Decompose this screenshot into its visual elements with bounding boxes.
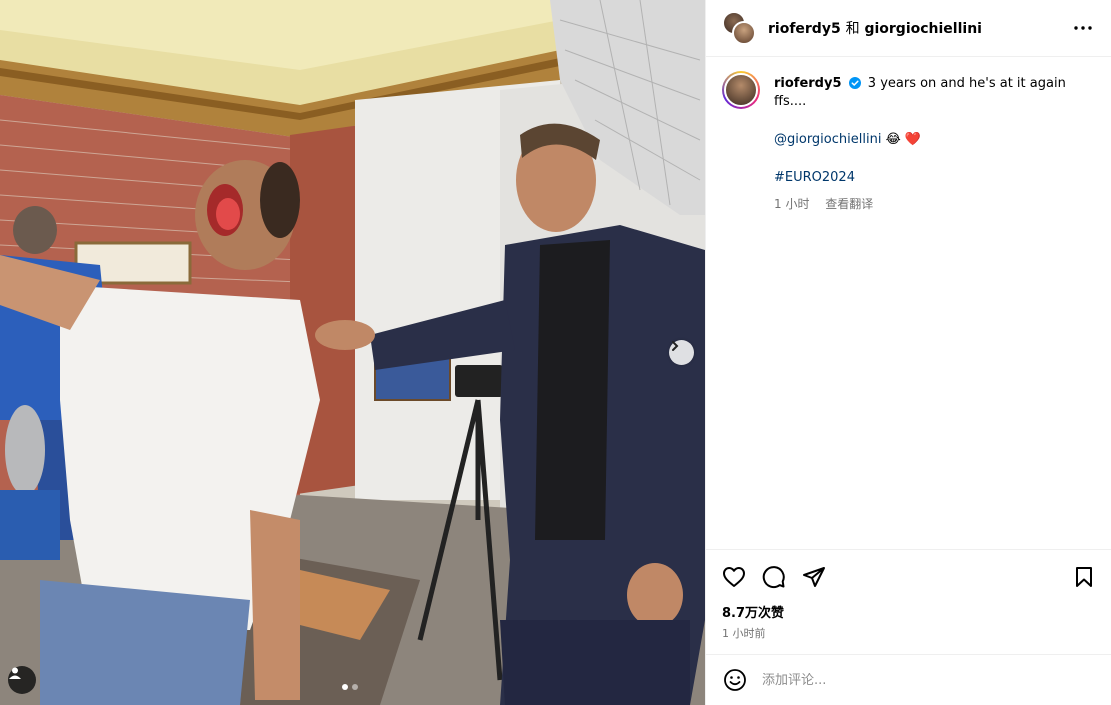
translate-link[interactable]: 查看翻译	[825, 197, 873, 211]
comment-input[interactable]	[762, 672, 1098, 688]
carousel-dot-active	[342, 684, 348, 690]
post-actions: 8.7万次赞 1 小时前	[706, 549, 1111, 641]
share-icon	[803, 567, 825, 587]
more-icon	[1074, 26, 1092, 30]
hashtag-link[interactable]: #EURO2024	[774, 170, 855, 185]
next-slide-button[interactable]	[669, 340, 694, 365]
bookmark-icon	[1076, 567, 1092, 587]
comment-button[interactable]	[762, 565, 786, 589]
share-button[interactable]	[802, 565, 826, 589]
like-count[interactable]: 8.7万次赞	[722, 602, 1096, 621]
carousel-dot	[352, 684, 358, 690]
chevron-right-icon	[672, 341, 679, 351]
conjunction-text: 和	[845, 21, 860, 37]
post-photo[interactable]	[0, 0, 705, 705]
username-link[interactable]: rioferdy5	[768, 21, 841, 37]
caption-emojis: 😂 ❤️	[885, 132, 922, 147]
avatar	[732, 21, 756, 45]
avatar-story-ring[interactable]	[722, 71, 760, 109]
post-header: rioferdy5 和 giorgiochiellini	[706, 0, 1111, 57]
verified-icon	[848, 77, 861, 89]
username-link[interactable]: giorgiochiellini	[864, 21, 982, 37]
photo-illustration	[0, 0, 705, 705]
collab-avatars[interactable]	[722, 11, 756, 45]
emoji-picker-button[interactable]	[722, 667, 748, 693]
save-button[interactable]	[1072, 565, 1096, 589]
post-side-panel: rioferdy5 和 giorgiochiellini rioferdy5 3	[705, 0, 1111, 705]
collab-usernames: rioferdy5 和 giorgiochiellini	[768, 18, 1071, 38]
comment-composer	[706, 654, 1111, 705]
like-button[interactable]	[722, 565, 746, 589]
caption-body: rioferdy5 3 years on and he's at it agai…	[774, 71, 1094, 213]
heart-icon	[723, 567, 745, 587]
caption-username[interactable]: rioferdy5	[774, 76, 842, 91]
caption-time: 1 小时	[774, 197, 810, 211]
carousel-dots	[342, 684, 358, 690]
avatar	[724, 73, 758, 107]
comment-icon	[762, 566, 785, 589]
user-tag-icon	[9, 667, 21, 679]
user-tags-button[interactable]	[8, 666, 36, 694]
emoji-icon	[724, 669, 746, 691]
more-options-button[interactable]	[1071, 16, 1095, 40]
mention-link[interactable]: @giorgiochiellini	[774, 132, 881, 147]
post-timestamp: 1 小时前	[722, 627, 766, 640]
post-caption: rioferdy5 3 years on and he's at it agai…	[706, 57, 1111, 213]
